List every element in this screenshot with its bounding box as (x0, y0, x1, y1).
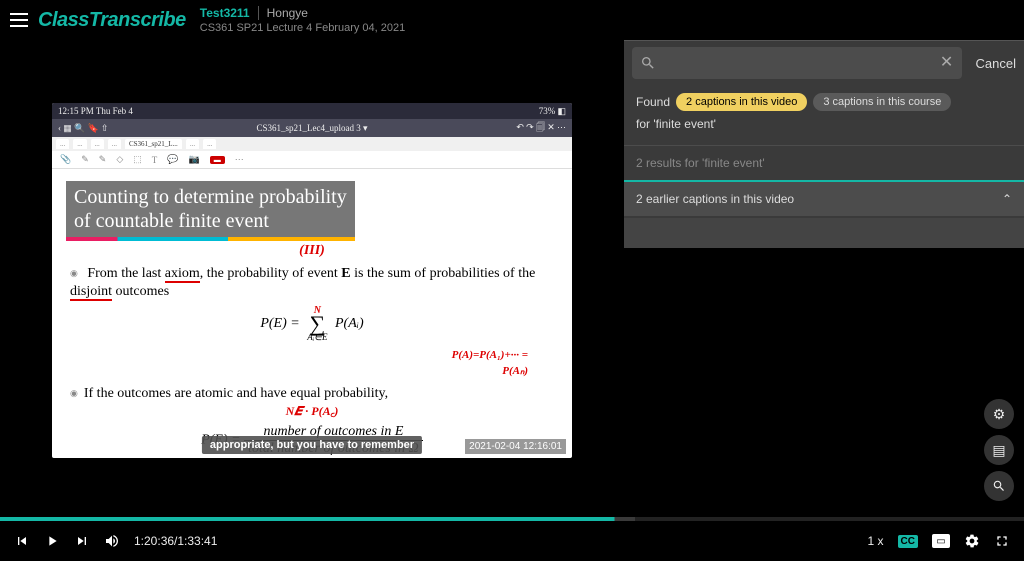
pdf-toolbar: ‹ ▦ 🔍 🔖 ⇧ CS361_sp21_Lec4_upload 3 ▾ ↶ ↷… (52, 119, 572, 137)
bullet-2: If the outcomes are atomic and have equa… (70, 385, 558, 403)
timestamp-overlay: 2021-02-04 12:16:01 (465, 439, 566, 454)
slide-title-1: Counting to determine probability (74, 186, 347, 208)
brand-logo[interactable]: ClassTranscribe (38, 9, 186, 32)
caption-overlay: appropriate, but you have to remember (202, 436, 422, 454)
chevron-up-icon: ⌃ (1002, 192, 1012, 206)
ipad-time: 12:15 PM Thu Feb 4 (58, 106, 133, 116)
search-icon (640, 55, 656, 71)
search-input-wrap[interactable]: ✕ (632, 47, 962, 79)
prev-button[interactable] (14, 533, 30, 549)
cancel-button[interactable]: Cancel (976, 56, 1016, 71)
user-link[interactable]: Test3211 (200, 6, 250, 20)
hand-annotation: (III) (299, 243, 325, 258)
lecture-title: CS361 SP21 Lecture 4 February 04, 2021 (200, 22, 405, 34)
equation-1: P(E) = N ∑ Aᵢ∈E P(Aᵢ) (66, 305, 558, 343)
marker-icon: ▬ (210, 156, 225, 164)
time-display: 1:20:36/1:33:41 (134, 534, 217, 548)
ipad-status-bar: 12:15 PM Thu Feb 4 73% ◧ (52, 103, 572, 119)
slide-body: Counting to determine probability of cou… (52, 169, 572, 458)
earlier-captions-bar[interactable]: 2 earlier captions in this video ⌃ (624, 180, 1024, 216)
pill-this-video[interactable]: 2 captions in this video (676, 93, 807, 111)
search-float-button[interactable] (984, 471, 1014, 501)
ad-button[interactable]: ▭ (932, 534, 950, 548)
author-label: Hongye (258, 6, 308, 20)
bookmark-button[interactable]: ▤ (984, 435, 1014, 465)
hand-annotation: P(Aₙ) (502, 365, 528, 377)
clear-search-icon[interactable]: ✕ (940, 56, 954, 70)
menu-icon[interactable] (10, 13, 28, 27)
settings-button[interactable] (964, 533, 980, 549)
course-info: Test3211 Hongye CS361 SP21 Lecture 4 Feb… (200, 6, 405, 34)
speed-button[interactable]: 1 x (868, 534, 884, 548)
shuffle-button[interactable]: ⚙ (984, 399, 1014, 429)
search-popup: ✕ Cancel Found 2 captions in this video … (624, 40, 1024, 248)
bullet-1: From the last axiom, the probability of … (70, 265, 558, 301)
found-summary: Found 2 captions in this video 3 caption… (624, 85, 1024, 145)
transcript-panel: ✕ Cancel Found 2 captions in this video … (624, 40, 1024, 521)
video-slide: 12:15 PM Thu Feb 4 73% ◧ ‹ ▦ 🔍 🔖 ⇧ CS361… (52, 103, 572, 458)
slide-title-2: of countable finite event (74, 210, 269, 232)
header-bar: ClassTranscribe Test3211 Hongye CS361 SP… (0, 0, 1024, 40)
video-area[interactable]: 12:15 PM Thu Feb 4 73% ◧ ‹ ▦ 🔍 🔖 ⇧ CS361… (0, 40, 624, 521)
hand-annotation: N𝑬 · P(A꜀) (286, 404, 339, 418)
results-header: 2 results for 'finite event' (624, 145, 1024, 180)
play-button[interactable] (44, 533, 60, 549)
float-buttons: ⚙ ▤ (984, 399, 1014, 501)
doc-title: CS361_sp21_Lec4_upload 3 ▾ (52, 123, 572, 134)
pill-this-course[interactable]: 3 captions in this course (813, 93, 951, 111)
ipad-battery: 73% ◧ (539, 106, 566, 117)
volume-button[interactable] (104, 533, 120, 549)
cc-button[interactable]: CC (898, 535, 918, 548)
fullscreen-button[interactable] (994, 533, 1010, 549)
active-tab: CS361_sp21_L... (125, 139, 182, 149)
annotation-toolbar: 📎✎✎◇⬚T💬📷 ▬⋯ (52, 151, 572, 169)
tab-strip: ............ CS361_sp21_L... ...... (52, 137, 572, 151)
hand-annotation: P(A)=P(A₁)+··· = (452, 349, 528, 361)
player-controls: 1:20:36/1:33:41 1 x CC ▭ (0, 521, 1024, 561)
next-button[interactable] (74, 533, 90, 549)
search-input[interactable] (664, 56, 934, 71)
empty-row (624, 218, 1024, 248)
